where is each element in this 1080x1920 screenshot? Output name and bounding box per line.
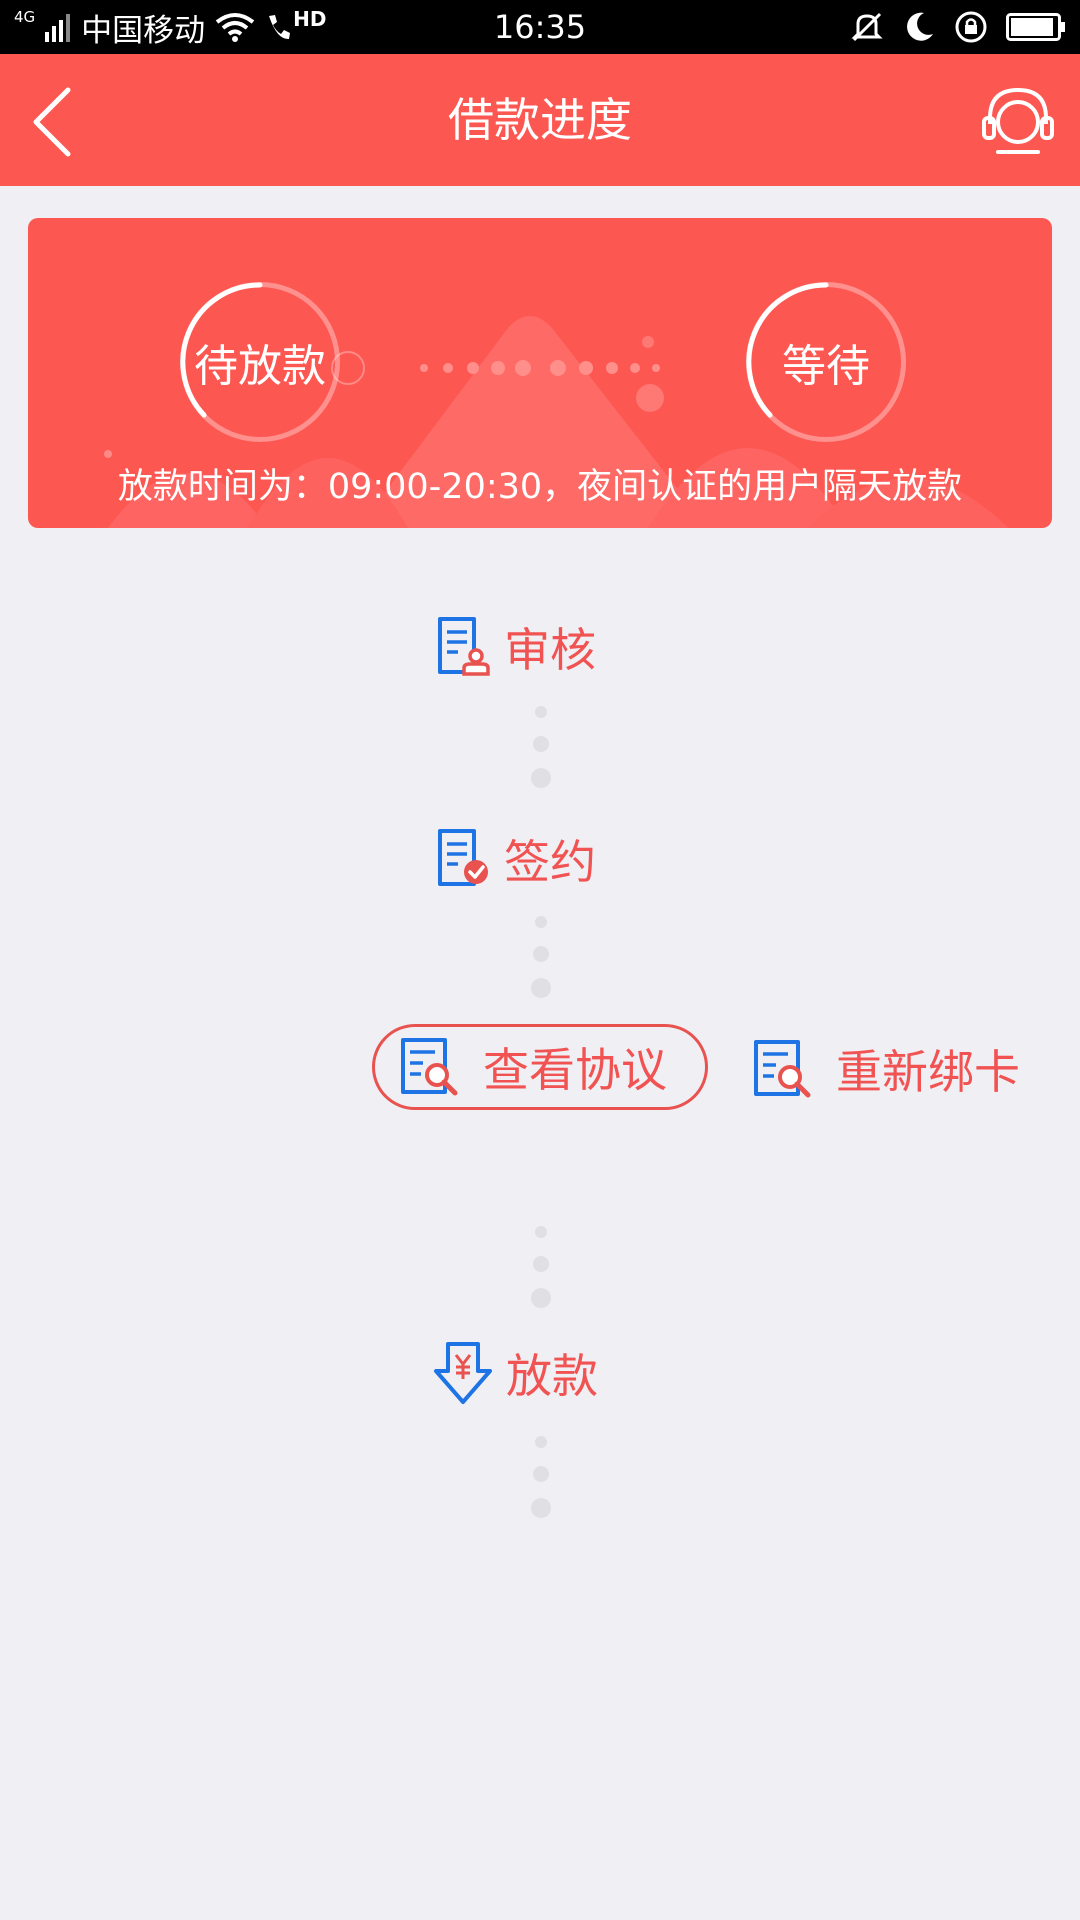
connector-dots — [530, 1436, 552, 1520]
battery-icon — [1006, 13, 1065, 41]
next-stage-label: 等待 — [782, 341, 870, 392]
connector-dot — [531, 1288, 551, 1308]
connector-dot — [531, 1498, 551, 1518]
connector-dot — [533, 1256, 549, 1272]
connector-dots — [530, 1226, 552, 1310]
sign-document-icon — [438, 829, 488, 886]
connector-dot — [535, 706, 547, 718]
status-banner: 待放款 等待 放款时间为：09:00-20:30，夜间认证的用户隔天放款 — [28, 218, 1052, 528]
connector-dot — [535, 1226, 547, 1238]
next-stage-circle: 等待 — [746, 282, 906, 442]
connector-dot — [531, 768, 551, 788]
connector-dots — [530, 706, 552, 790]
connector-dot — [535, 1436, 547, 1448]
document-search-icon — [754, 1040, 811, 1098]
connector-dot — [533, 1466, 549, 1482]
status-bar: 4G 中国移动 HD 16:35 — [0, 0, 1080, 54]
rebind-card-label: 重新绑卡 — [836, 1045, 1020, 1099]
current-stage-circle: 待放款 — [180, 282, 340, 442]
app-header: 借款进度 — [0, 54, 1080, 186]
customer-service-icon[interactable] — [978, 82, 1058, 162]
step-review: 审核 — [434, 614, 596, 680]
connector-dots — [530, 916, 552, 1000]
connector-dot — [533, 736, 549, 752]
view-agreement-button[interactable]: 查看协议 — [372, 1024, 708, 1110]
step-disburse: 放款 — [432, 1340, 598, 1406]
yuan-download-icon — [434, 1342, 492, 1404]
connector-dot — [533, 946, 549, 962]
rebind-card-button[interactable]: 重新绑卡 — [752, 1036, 1020, 1102]
page-title: 借款进度 — [448, 93, 632, 147]
connector-dot — [531, 978, 551, 998]
step-sign-label: 签约 — [504, 835, 596, 889]
status-right — [850, 0, 1066, 54]
mute-icon — [851, 12, 883, 42]
rotation-lock-icon — [955, 11, 987, 43]
connector-dot — [535, 916, 547, 928]
disbursement-notice: 放款时间为：09:00-20:30，夜间认证的用户隔天放款 — [117, 467, 963, 507]
moon-icon — [907, 12, 933, 41]
review-document-icon — [438, 617, 490, 676]
view-agreement-label: 查看协议 — [483, 1043, 667, 1097]
step-sign: 签约 — [434, 826, 596, 892]
step-review-label: 审核 — [504, 623, 596, 677]
current-stage-label: 待放款 — [194, 341, 326, 392]
step-disburse-label: 放款 — [506, 1349, 598, 1403]
document-search-icon — [401, 1038, 458, 1096]
